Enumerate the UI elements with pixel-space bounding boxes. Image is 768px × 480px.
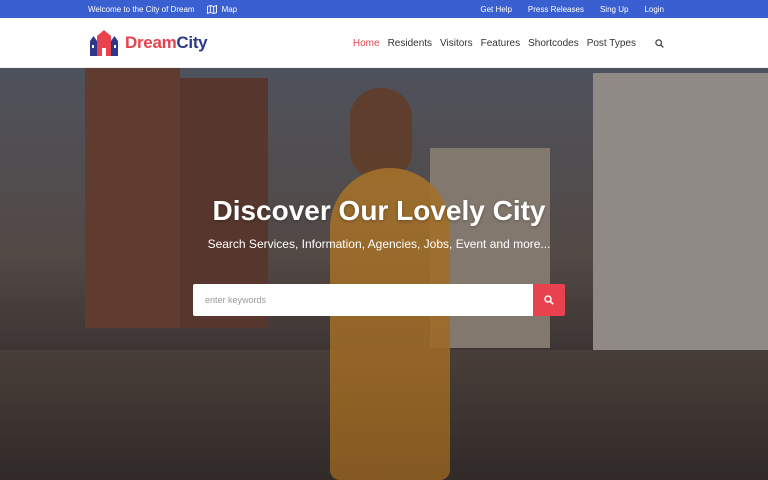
logo-city: City	[176, 33, 208, 52]
hero-banner: Discover Our Lovely City Search Services…	[0, 68, 768, 480]
nav-features[interactable]: Features	[480, 38, 521, 49]
logo-text: DreamCity	[125, 33, 208, 53]
login-link[interactable]: Login	[644, 5, 664, 14]
site-header: DreamCity Home Residents Visitors Featur…	[0, 18, 768, 68]
hero-search-button[interactable]	[533, 284, 565, 316]
search-icon	[544, 295, 554, 305]
hero-overlay	[0, 68, 768, 480]
nav-visitors[interactable]: Visitors	[439, 38, 474, 49]
nav-post-types[interactable]: Post Types	[586, 38, 637, 49]
map-icon	[206, 4, 217, 14]
top-bar: Welcome to the City of Dream Map Get Hel…	[0, 0, 768, 18]
map-link[interactable]: Map	[206, 4, 238, 14]
nav-residents[interactable]: Residents	[387, 38, 433, 49]
nav-home[interactable]: Home	[352, 38, 381, 49]
hero-subtitle: Search Services, Information, Agencies, …	[207, 237, 551, 251]
nav-search-button[interactable]	[655, 38, 664, 48]
castle-logo-icon	[90, 30, 118, 56]
press-releases-link[interactable]: Press Releases	[528, 5, 584, 14]
search-icon	[655, 38, 664, 48]
welcome-text: Welcome to the City of Dream	[88, 4, 195, 14]
site-logo[interactable]: DreamCity	[88, 29, 208, 57]
hero-title: Discover Our Lovely City	[212, 195, 546, 226]
keyword-search-input[interactable]	[193, 284, 533, 316]
sign-up-link[interactable]: Sing Up	[600, 5, 628, 14]
map-label: Map	[221, 4, 238, 14]
main-nav: Home Residents Visitors Features Shortco…	[352, 18, 664, 68]
nav-shortcodes[interactable]: Shortcodes	[527, 38, 580, 49]
get-help-link[interactable]: Get Help	[480, 5, 512, 14]
top-bar-links: Get Help Press Releases Sing Up Login	[480, 0, 664, 18]
top-bar-left: Welcome to the City of Dream Map	[88, 0, 237, 18]
logo-dream: Dream	[125, 33, 177, 52]
